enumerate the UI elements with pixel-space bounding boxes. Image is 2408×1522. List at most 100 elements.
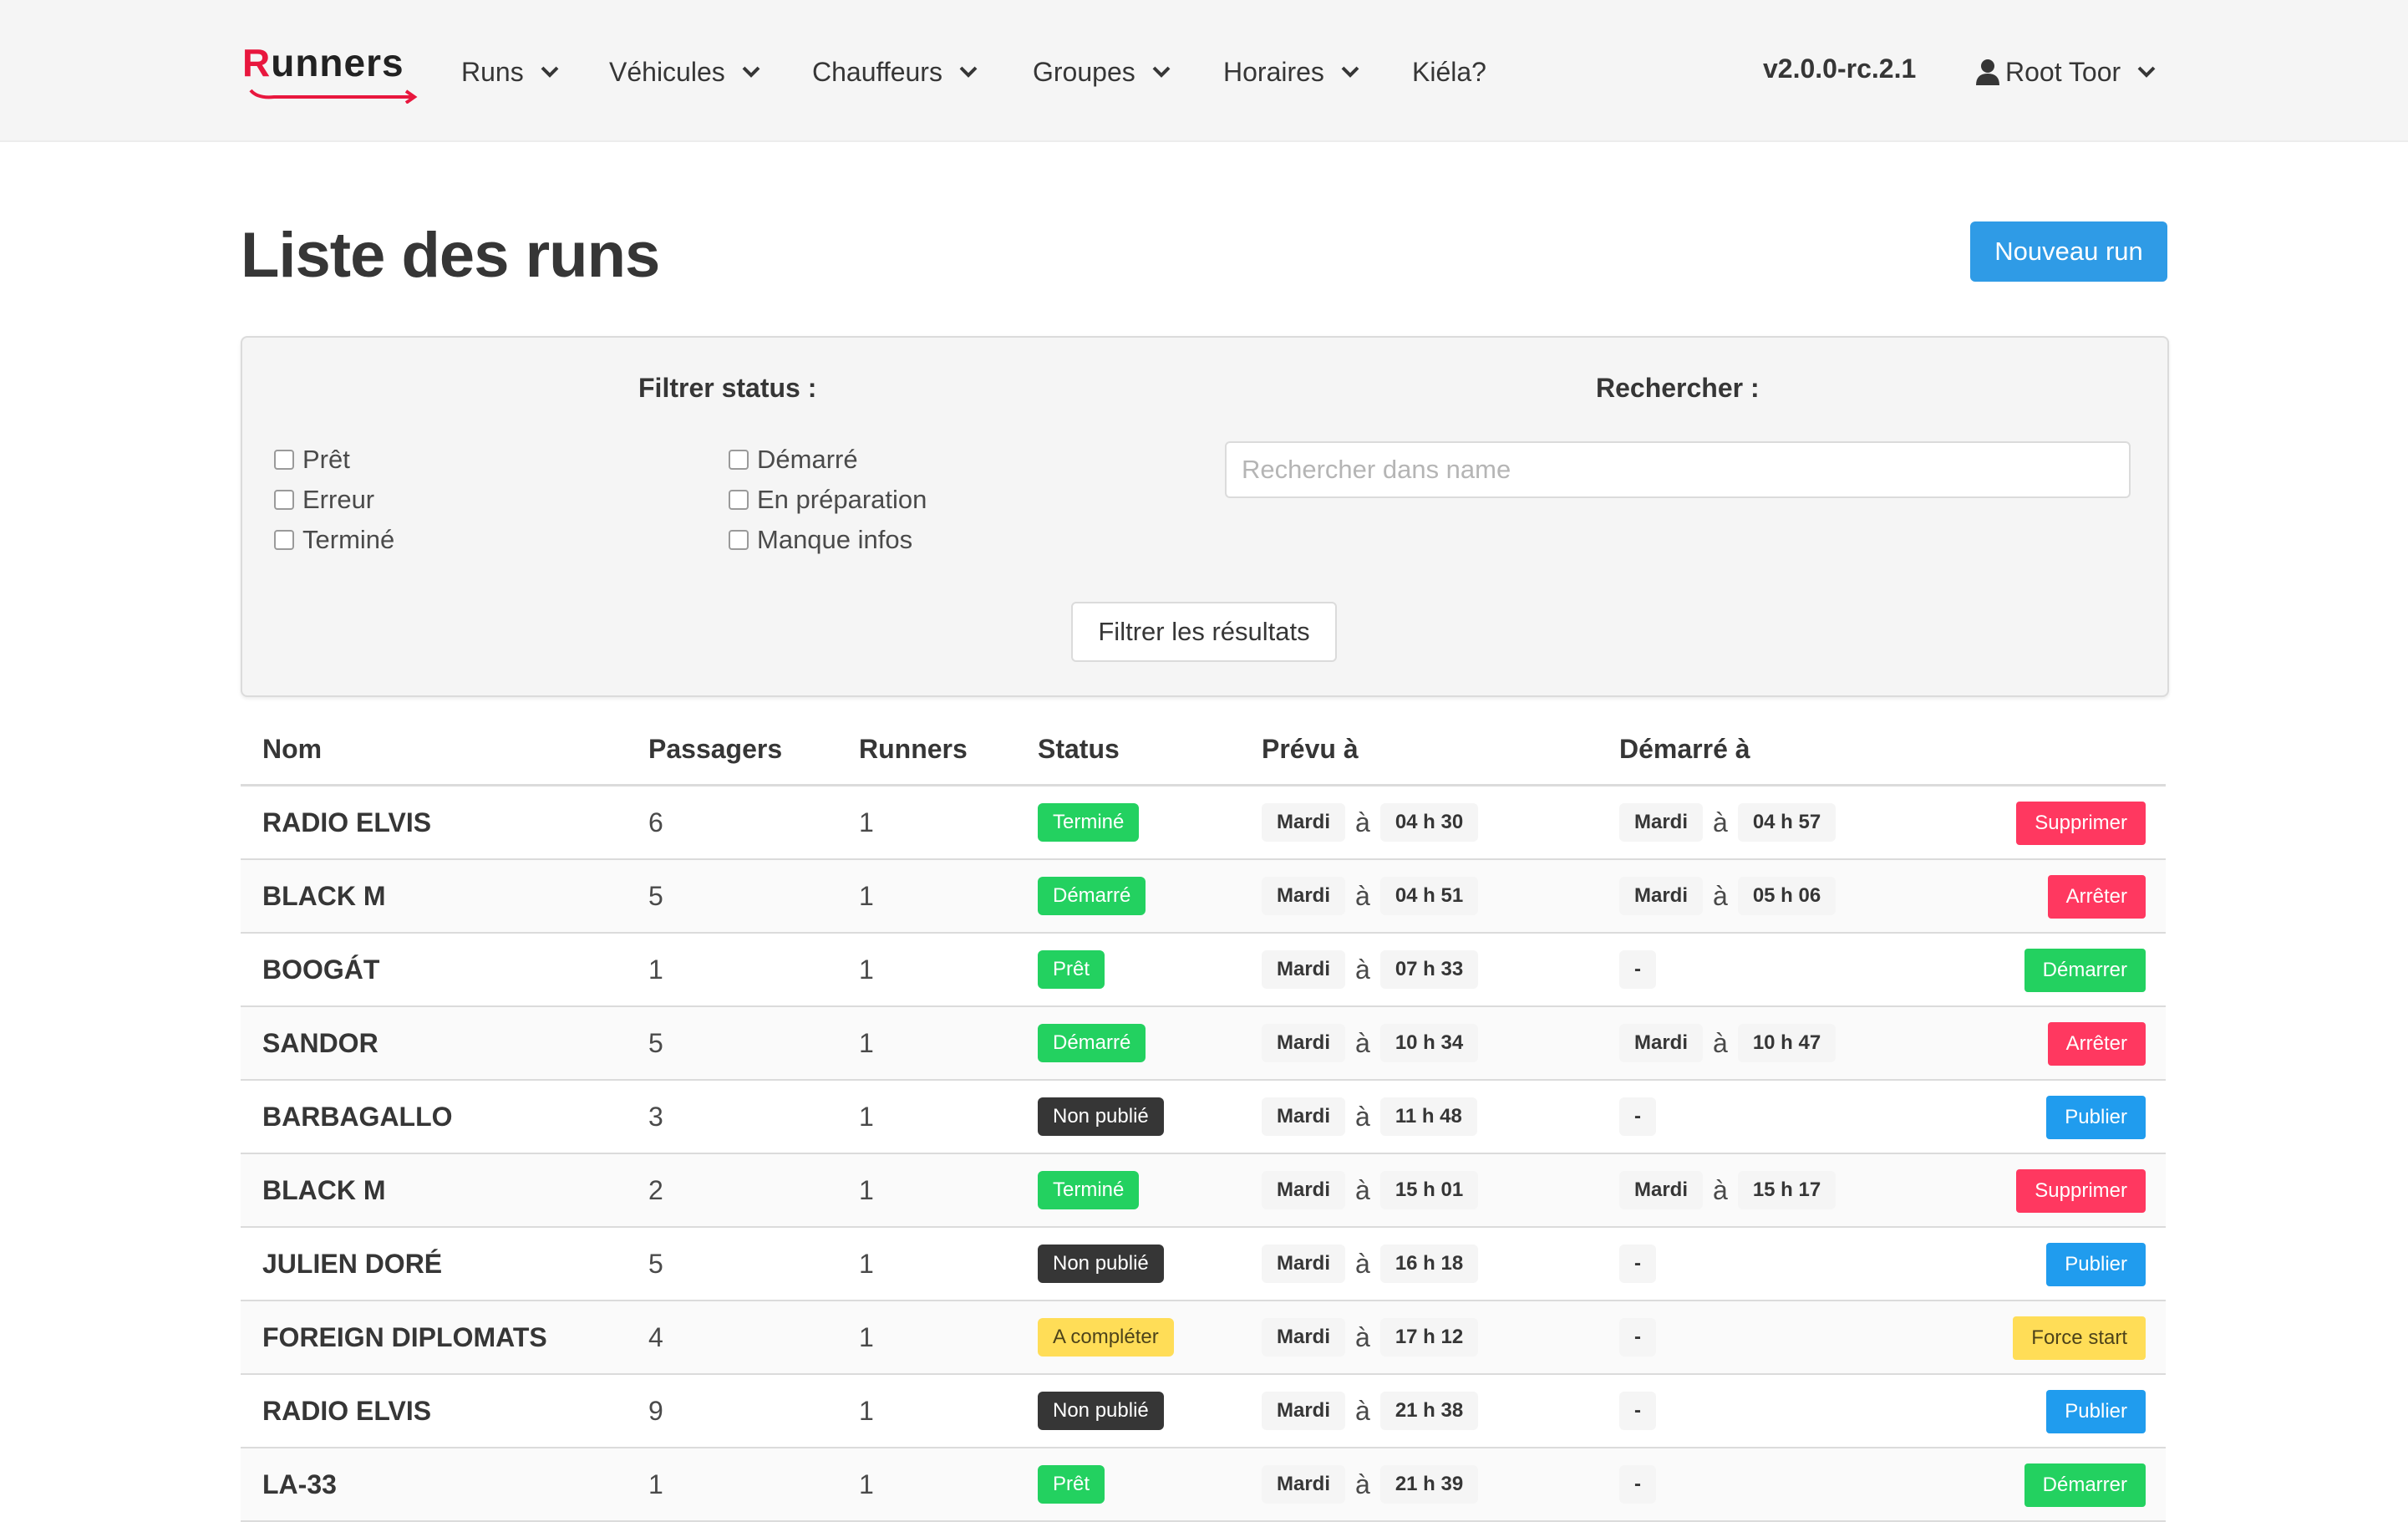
checkbox-pret[interactable]: Prêt [274, 445, 350, 475]
search-input[interactable] [1225, 441, 2131, 498]
status-badge: Démarré [1038, 877, 1146, 915]
table-row: JULIEN DORÉ 5 1 Non publié Mardi à 16 h 18 - Pub… [241, 1228, 2166, 1301]
table-row: RADIO ELVIS 9 1 Non publié Mardi à 21 h 38 - Pub… [241, 1375, 2166, 1448]
nav-item-chauffeurs[interactable]: Chauffeurs [812, 53, 978, 90]
checkbox-label: En préparation [757, 485, 927, 514]
run-name[interactable]: BOOGÁT [262, 934, 379, 1005]
nav-item-horaires[interactable]: Horaires [1223, 53, 1359, 90]
column-header-demarre[interactable]: Démarré à [1619, 734, 1750, 765]
run-name[interactable]: JULIEN DORÉ [262, 1228, 442, 1300]
row-action-button[interactable]: Publier [2046, 1390, 2146, 1433]
user-menu[interactable]: Root Toor [1975, 53, 2156, 90]
checkbox-box[interactable] [729, 530, 749, 550]
run-name[interactable]: BLACK M [262, 860, 386, 932]
row-action-button[interactable]: Arrêter [2047, 875, 2146, 919]
column-header-runners[interactable]: Runners [859, 734, 968, 765]
page-title: Liste des runs [241, 220, 660, 291]
row-action-button[interactable]: Publier [2046, 1243, 2146, 1286]
filter-results-button[interactable]: Filtrer les résultats [1071, 602, 1337, 662]
nav-item-runs[interactable]: Runs [461, 53, 559, 90]
row-action-button[interactable]: Supprimer [2016, 802, 2146, 845]
nav-item-label: Kiéla? [1412, 56, 1486, 87]
column-header-prevu[interactable]: Prévu à [1262, 734, 1359, 765]
not-started-tag: - [1619, 950, 1656, 989]
table-body: RADIO ELVIS 6 1 Terminé Mardi à 04 h 30 Mardi à 0… [241, 786, 2166, 1522]
checkbox-box[interactable] [274, 450, 294, 470]
status-badge: A compléter [1038, 1318, 1174, 1357]
checkbox-manque-infos[interactable]: Manque infos [729, 525, 912, 555]
brand-arrow-icon [249, 89, 418, 104]
planned-day: Mardi [1262, 1245, 1346, 1283]
nav-item-label: Runs [461, 56, 524, 87]
table-header: Nom Passagers Runners Status Prévu à Dém… [241, 712, 2166, 786]
checkbox-demarre[interactable]: Démarré [729, 445, 858, 475]
planned-day: Mardi [1262, 1318, 1346, 1357]
checkbox-en-preparation[interactable]: En préparation [729, 485, 927, 515]
run-name[interactable]: RADIO ELVIS [262, 1375, 431, 1447]
row-action-button[interactable]: Supprimer [2016, 1169, 2146, 1213]
status-cell: Démarré [1038, 1007, 1146, 1079]
run-name[interactable]: FOREIGN DIPLOMATS [262, 1301, 547, 1373]
checkbox-box[interactable] [274, 490, 294, 510]
at-separator: à [1355, 1395, 1370, 1426]
planned-cell: Mardi à 17 h 12 [1262, 1301, 1479, 1373]
not-started-tag: - [1619, 1318, 1656, 1357]
checkbox-box[interactable] [274, 530, 294, 550]
row-action-button[interactable]: Démarrer [2024, 949, 2146, 992]
runner-count: 1 [859, 1027, 874, 1058]
status-badge: Prêt [1038, 1465, 1105, 1504]
status-cell: Terminé [1038, 786, 1140, 858]
column-header-passagers[interactable]: Passagers [648, 734, 782, 765]
table-row: LA-33 1 1 Prêt Mardi à 21 h 39 - Démarrer [241, 1448, 2166, 1522]
runner-count: 1 [859, 880, 874, 911]
status-cell: A compléter [1038, 1301, 1174, 1373]
brand-text: Runners [242, 40, 404, 85]
planned-time: 17 h 12 [1379, 1318, 1479, 1357]
planned-day: Mardi [1262, 1024, 1346, 1062]
at-separator: à [1355, 1469, 1370, 1499]
new-run-button[interactable]: Nouveau run [1970, 221, 2167, 282]
brand-first-letter: R [242, 41, 272, 84]
passenger-count: 1 [648, 1469, 663, 1499]
planned-cell: Mardi à 11 h 48 [1262, 1081, 1477, 1153]
planned-cell: Mardi à 16 h 18 [1262, 1228, 1479, 1300]
runner-count: 1 [859, 1174, 874, 1205]
passenger-count: 5 [648, 1248, 663, 1279]
planned-day: Mardi [1262, 950, 1346, 989]
run-name[interactable]: BLACK M [262, 1154, 386, 1226]
row-action-button[interactable]: Arrêter [2047, 1022, 2146, 1066]
planned-time: 21 h 39 [1379, 1465, 1479, 1504]
passenger-count: 6 [648, 807, 663, 837]
checkbox-erreur[interactable]: Erreur [274, 485, 374, 515]
run-name[interactable]: BARBAGALLO [262, 1081, 453, 1153]
column-header-nom[interactable]: Nom [262, 734, 322, 765]
at-separator: à [1355, 1321, 1370, 1352]
at-separator: à [1355, 880, 1370, 911]
checkbox-termine[interactable]: Terminé [274, 525, 394, 555]
at-separator: à [1355, 807, 1370, 837]
brand-logo[interactable]: Runners [242, 40, 418, 104]
planned-cell: Mardi à 10 h 34 [1262, 1007, 1479, 1079]
started-cell: - [1619, 1081, 1656, 1153]
status-cell: Non publié [1038, 1228, 1164, 1300]
row-action-button[interactable]: Force start [2013, 1316, 2146, 1360]
row-action-button[interactable]: Démarrer [2024, 1463, 2146, 1507]
runs-table: Nom Passagers Runners Status Prévu à Dém… [241, 712, 2166, 1522]
column-header-status[interactable]: Status [1038, 734, 1120, 765]
checkbox-box[interactable] [729, 490, 749, 510]
planned-cell: Mardi à 21 h 39 [1262, 1448, 1479, 1520]
run-name[interactable]: SANDOR [262, 1007, 378, 1079]
checkbox-box[interactable] [729, 450, 749, 470]
run-name[interactable]: RADIO ELVIS [262, 786, 431, 858]
at-separator: à [1355, 1101, 1370, 1132]
planned-day: Mardi [1262, 1392, 1346, 1430]
nav-item-kiela[interactable]: Kiéla? [1412, 53, 1486, 90]
run-name[interactable]: LA-33 [262, 1448, 337, 1520]
table-row: BARBAGALLO 3 1 Non publié Mardi à 11 h 48 - Publ… [241, 1081, 2166, 1154]
nav-item-groupes[interactable]: Groupes [1033, 53, 1171, 90]
runner-count: 1 [859, 1395, 874, 1426]
status-badge: Non publié [1038, 1392, 1164, 1430]
row-action-button[interactable]: Publier [2046, 1096, 2146, 1139]
chevron-down-icon [2137, 66, 2156, 78]
nav-item-vehicules[interactable]: Véhicules [609, 53, 760, 90]
